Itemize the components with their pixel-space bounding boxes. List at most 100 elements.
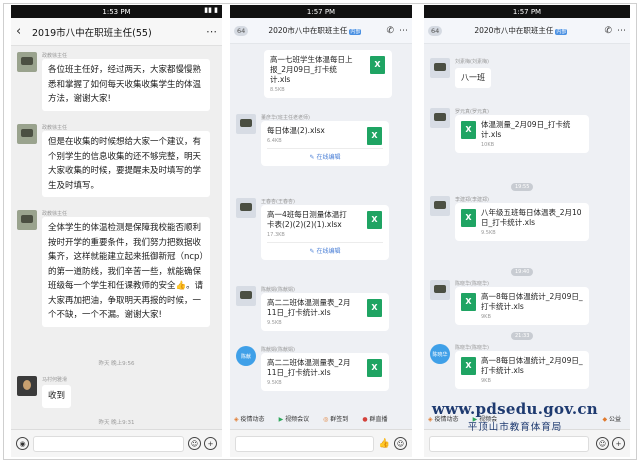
sender-name: 陈晓华(陈晓华) [455,281,489,287]
avatar[interactable] [236,114,256,134]
file-size: 6.4KB [267,138,282,144]
file-card[interactable]: 高一4班每日测量体温打卡表(2)(2)(2)(1).xlsx 17.3KB X … [261,205,389,260]
emoji-icon[interactable]: ☺ [188,437,201,450]
online-edit-link[interactable]: ✎ 在线编辑 [267,242,383,255]
tool-live[interactable]: ● 群直播 [362,414,394,423]
time-pill: 21:33 [511,332,534,340]
message-timestamp: 昨天 晚上9:56 [98,361,135,367]
tool-charity[interactable]: ◆ 公益 [602,414,628,423]
avatar[interactable] [17,124,37,144]
time-pill: 19:55 [511,183,534,191]
sender-name: 政教徐主任 [42,53,68,59]
file-size: 9.5KB [481,230,496,236]
excel-file-icon: X [461,293,476,311]
phone-icon[interactable]: ✆ [386,26,394,36]
avatar[interactable] [430,58,450,78]
excel-file-icon: X [367,359,382,377]
message-bubble[interactable]: 八一班 [455,68,491,88]
avatar[interactable] [430,196,450,216]
file-card[interactable]: X 高一8每日体温统计_2月09日_打卡统计.xls 9KB [455,351,589,389]
file-card[interactable]: 高二二班体温测量表_2月11日_打卡统计.xls 9.5KB X [261,353,389,391]
sender-name: 李建郑(李建郑) [455,197,489,203]
file-name: 每日体温(2).xlsx [267,126,325,135]
message-input[interactable] [429,435,589,452]
time-pill: 19:40 [511,268,534,276]
avatar[interactable]: 陈献 [236,346,256,366]
file-size: 8.5KB [270,87,285,93]
chat-title-text: 2020市八中在职班主任 [268,26,348,35]
avatar[interactable] [17,376,37,396]
avatar[interactable] [430,280,450,300]
file-card[interactable]: X 八年级五班每日体温表_2月10日_打卡统计.xls 9.5KB [455,203,589,241]
plus-icon[interactable]: + [612,437,625,450]
file-card[interactable]: X 体温测量_2月09日_打卡统计.xls 10KB [455,115,589,153]
message-bubble[interactable]: 收到 [42,385,72,408]
file-card[interactable]: X 高一8每日体温统计_2月09日_打卡统计.xls 9KB [455,287,589,325]
file-name: 高一8每日体温统计_2月09日_打卡统计.xls [481,292,583,311]
avatar-label: 陈晓华 [432,351,448,358]
chat-header: ‹ 2019市八中在职班主任(55) ⋯ [11,18,222,46]
message-item: 政教徐主任 各位班主任好，经过两天，大家都慢慢熟悉和掌握了如何每天收集收集学生的… [17,52,218,111]
file-name: 八年级五班每日体温表_2月10日_打卡统计.xls [481,208,582,227]
watermark-org: 平顶山市教育体育局 [467,422,563,433]
status-time: 1:57 PM [306,7,336,16]
sender-name: 政教徐主任 [42,125,68,131]
file-card[interactable]: 高一七班学生体温每日上报_2月09日_打卡统计.xls 8.5KB X [264,50,392,98]
tool-epidemic[interactable]: ◈ 疫情动态 [234,414,272,423]
voice-icon[interactable]: ◉ [16,437,29,450]
emoji-icon[interactable]: ☺ [596,437,609,450]
chat-title-text: 2020市八中在职班主任 [474,26,554,35]
thumbs-up-icon[interactable]: 👍 [378,437,391,450]
online-edit-link[interactable]: ✎ 在线编辑 [267,148,383,161]
avatar[interactable] [236,198,256,218]
watermark: www.pdsedu.gov.cn 平顶山市教育体育局 [432,400,598,433]
tool-checkin[interactable]: ◎ 群签到 [323,414,355,423]
chat-screen-2: 1:57 PM 64 2020市八中在职班主任 内部 ✆ ⋯ 高一七班学生体温每日… [230,5,412,457]
input-bar: ◉ ☺ + [11,429,222,457]
excel-file-icon: X [367,299,382,317]
file-size: 9KB [481,378,491,384]
file-message: 陈晓华(陈晓华) X 高一8每日体温统计_2月09日_打卡统计.xls 9KB [430,280,626,325]
more-icon[interactable]: ⋯ [617,26,626,36]
file-name: 高一七班学生体温每日上报_2月09日_打卡统计.xls [270,55,353,84]
more-icon[interactable]: ⋯ [399,26,408,36]
avatar[interactable] [236,286,256,306]
sender-name: 陈献娟(陈献娟) [261,287,295,293]
sender-name: 罗元真(罗元真) [455,109,489,115]
avatar[interactable]: 陈晓华 [430,344,450,364]
phone-icon[interactable]: ✆ [604,26,612,36]
file-card[interactable]: 高二二班体温测量表_2月11日_打卡统计.xls 9.5KB X [261,293,389,331]
file-message: 李建郑(李建郑) X 八年级五班每日体温表_2月10日_打卡统计.xls 9.5… [430,196,626,241]
message-input[interactable] [33,435,184,452]
status-bar: 1:53 PM ▮▮ ▮ [11,5,222,18]
message-input[interactable] [235,435,374,452]
back-arrow-icon[interactable]: ‹ [16,24,26,39]
file-card[interactable]: 每日体温(2).xlsx 6.4KB X ✎ 在线编辑 [261,121,389,166]
tool-video[interactable]: ▶ 视频会议 [279,414,317,423]
message-list: 高一七班学生体温每日上报_2月09日_打卡统计.xls 8.5KB X 董彦华(… [230,44,412,415]
input-bar: 👍 ☺ [230,429,412,457]
excel-file-icon: X [370,56,385,74]
file-message: 陈晓华 陈晓华(陈晓华) X 高一8每日体温统计_2月09日_打卡统计.xls … [430,344,626,389]
chat-header: 64 2020市八中在职班主任 内部 ✆ ⋯ [230,18,412,44]
status-time: 1:53 PM [102,7,131,16]
excel-file-icon: X [367,127,382,145]
plus-icon[interactable]: + [204,437,217,450]
online-edit-label: 在线编辑 [316,248,341,255]
sender-name: 马村何雅滑 [42,377,68,383]
internal-tag: 内部 [555,28,568,35]
unread-badge[interactable]: 64 [428,25,443,36]
file-name: 高一8每日体温统计_2月09日_打卡统计.xls [481,356,583,375]
emoji-icon[interactable]: ☺ [394,437,407,450]
more-icon[interactable]: ⋯ [206,25,217,38]
unread-badge[interactable]: 64 [234,25,249,36]
file-size: 9KB [481,314,491,320]
file-size: 10KB [481,142,495,148]
avatar[interactable] [430,108,450,128]
avatar[interactable] [17,210,37,230]
chat-title: 2020市八中在职班主任 内部 [442,25,599,36]
message-bubble[interactable]: 但是在收集的时候想给大家一个建议，有个别学生的信息收集的还不够完整，明天大家收集… [42,131,210,197]
avatar[interactable] [17,52,37,72]
message-bubble[interactable]: 各位班主任好，经过两天，大家都慢慢熟悉和掌握了如何每天收集收集学生的体温方法，谢… [42,59,210,111]
message-bubble[interactable]: 全体学生的体温检测是保障我校能否顺利按时开学的重要条件，我们努力把数据收集齐，这… [42,217,210,327]
